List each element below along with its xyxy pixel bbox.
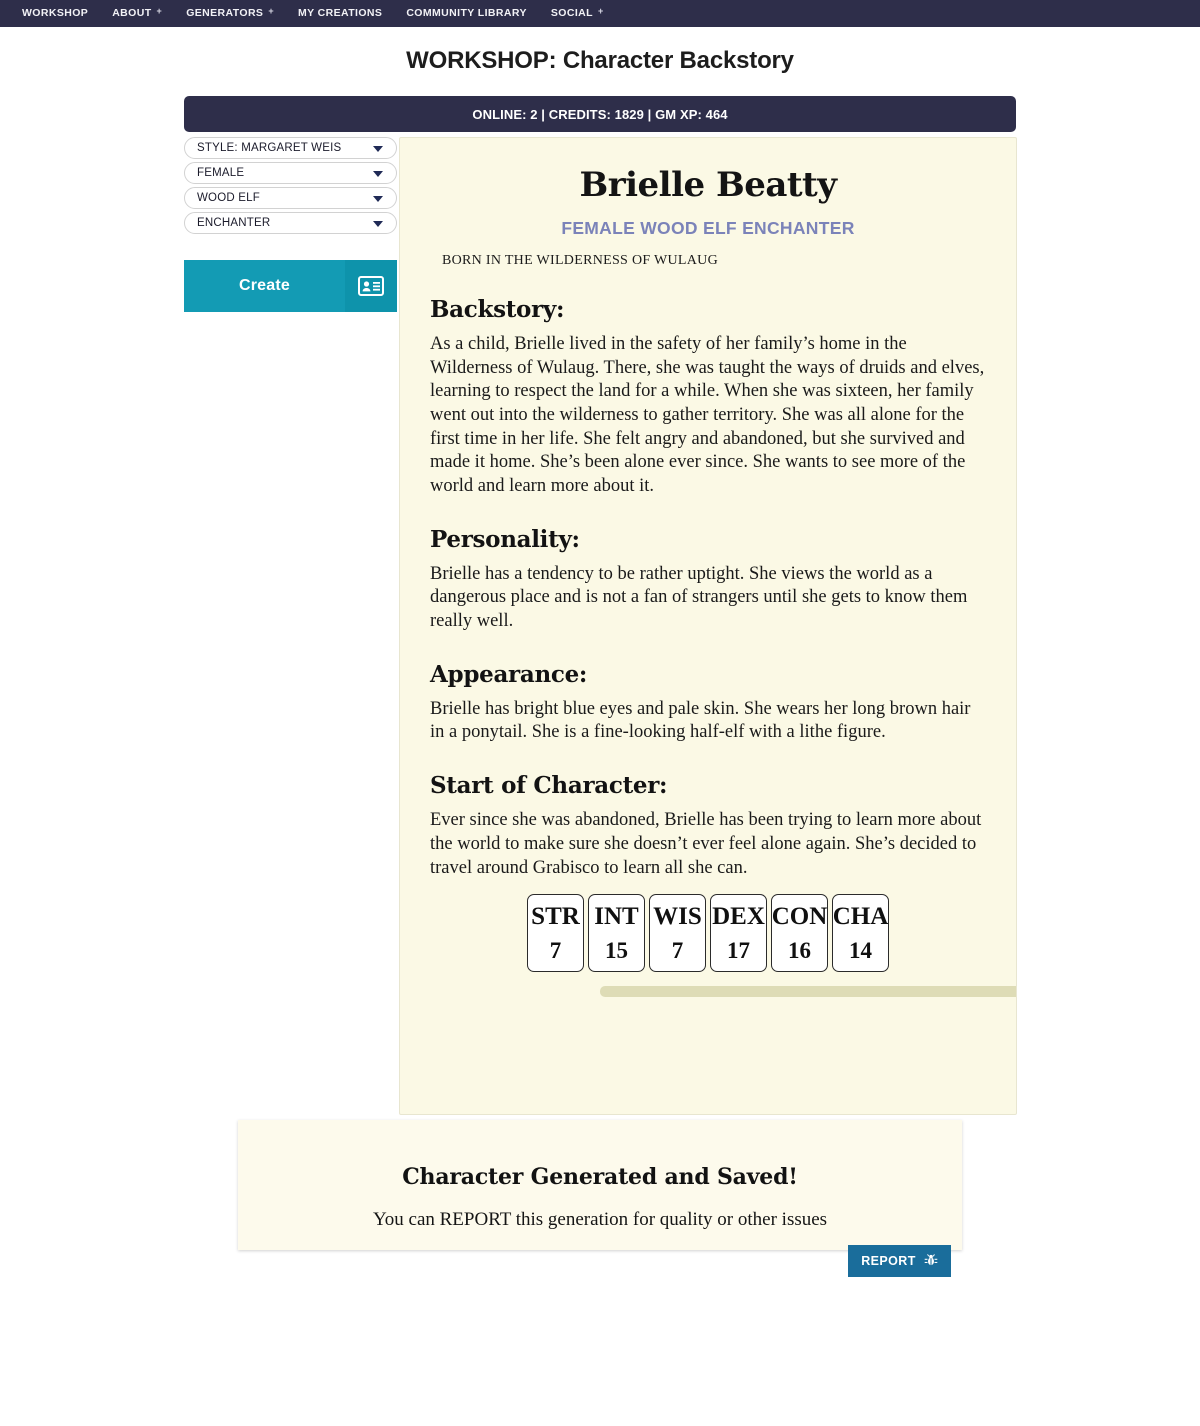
chevron-down-icon <box>373 221 383 227</box>
stat-label: DEX <box>712 903 765 931</box>
stat-label: CHA <box>832 903 889 931</box>
nav-item-label: MY CREATIONS <box>297 7 383 19</box>
generation-status-panel: Character Generated and Saved! You can R… <box>238 1120 962 1250</box>
section-heading-appearance: Appearance: <box>430 660 588 688</box>
page-title: WORKSHOP: Character Backstory <box>406 47 794 74</box>
stat-value: 7 <box>671 938 684 964</box>
stat-value: 16 <box>788 938 811 964</box>
stat-label: INT <box>594 903 639 931</box>
section-body-appearance: Brielle has bright blue eyes and pale sk… <box>430 698 971 743</box>
stat-value: 15 <box>605 938 628 964</box>
stat-value: 7 <box>549 938 562 964</box>
top-navigation-bar: WORKSHOP ABOUT + GENERATORS + MY CREATIO… <box>0 0 1200 27</box>
id-card-icon[interactable] <box>345 260 397 312</box>
stat-value: 14 <box>849 938 872 964</box>
stat-box-cha: CHA 14 <box>832 894 889 973</box>
stat-box-dex: DEX 17 <box>710 894 767 973</box>
status-bar: ONLINE: 2 | CREDITS: 1829 | GM XP: 464 <box>184 96 1016 132</box>
stat-box-con: CON 16 <box>771 894 828 973</box>
section-heading-personality: Personality: <box>430 525 580 553</box>
section-heading-start-of-character: Start of Character: <box>430 772 668 800</box>
stat-label: WIS <box>653 903 702 931</box>
expand-plus-icon: + <box>156 6 163 16</box>
notification-title: Character Generated and Saved! <box>402 1164 798 1190</box>
stat-box-str: STR 7 <box>527 894 584 973</box>
gender-select[interactable]: FEMALE <box>184 162 397 184</box>
race-select-value: WOOD ELF <box>197 192 260 204</box>
character-card: Brielle Beatty FEMALE WOOD ELF ENCHANTER… <box>399 137 1017 1115</box>
nav-item-label: WORKSHOP <box>22 7 89 19</box>
stat-label: STR <box>531 903 580 931</box>
style-select[interactable]: STYLE: MARGARET WEIS <box>184 137 397 159</box>
character-name: Brielle Beatty <box>579 165 837 205</box>
nav-item-label: ABOUT <box>112 7 152 19</box>
chevron-down-icon <box>373 171 383 177</box>
class-select[interactable]: ENCHANTER <box>184 212 397 234</box>
race-select[interactable]: WOOD ELF <box>184 187 397 209</box>
report-button[interactable]: REPORT <box>848 1245 951 1277</box>
section-body-start-of-character: Ever since she was abandoned, Brielle ha… <box>430 810 982 878</box>
nav-item-community-library[interactable]: COMMUNITY LIBRARY <box>394 0 539 27</box>
stat-label: CON <box>771 903 828 931</box>
character-stats-row: STR 7 INT 15 WIS 7 DEX 17 CON 16 CHA 14 <box>430 894 986 973</box>
main-content: STYLE: MARGARET WEIS FEMALE WOOD ELF ENC… <box>0 132 1200 1115</box>
character-birthplace: BORN IN THE WILDERNESS OF WULAUG <box>442 253 718 269</box>
stat-box-int: INT 15 <box>588 894 645 973</box>
expand-plus-icon: + <box>268 6 274 16</box>
nav-item-generators[interactable]: GENERATORS + <box>174 0 286 27</box>
nav-item-my-creations[interactable]: MY CREATIONS <box>286 0 394 27</box>
create-button-label: Create <box>238 277 290 294</box>
report-button-label: REPORT <box>861 1254 916 1268</box>
expand-plus-icon: + <box>597 6 604 16</box>
horizontal-scrollbar[interactable] <box>600 986 1016 998</box>
nav-item-about[interactable]: ABOUT + <box>100 0 174 27</box>
bug-icon <box>924 1253 938 1270</box>
generator-controls-sidebar: STYLE: MARGARET WEIS FEMALE WOOD ELF ENC… <box>184 137 397 312</box>
nav-item-label: SOCIAL <box>550 7 593 19</box>
section-heading-backstory: Backstory: <box>430 296 565 324</box>
gender-select-value: FEMALE <box>197 167 245 179</box>
stat-box-wis: WIS 7 <box>649 894 706 973</box>
nav-item-label: COMMUNITY LIBRARY <box>406 7 527 19</box>
class-select-value: ENCHANTER <box>197 217 271 229</box>
section-body-personality: Brielle has a tendency to be rather upti… <box>430 563 968 632</box>
chevron-down-icon <box>373 196 383 202</box>
nav-item-workshop[interactable]: WORKSHOP <box>10 0 100 27</box>
create-button-group[interactable]: Create <box>184 260 397 312</box>
character-subtitle: FEMALE WOOD ELF ENCHANTER <box>561 218 855 239</box>
notification-subtitle: You can REPORT this generation for quali… <box>372 1209 828 1230</box>
status-bar-container: ONLINE: 2 | CREDITS: 1829 | GM XP: 464 <box>0 96 1200 132</box>
nav-item-label: GENERATORS <box>186 7 264 19</box>
style-select-value: STYLE: MARGARET WEIS <box>197 142 342 154</box>
nav-item-social[interactable]: SOCIAL + <box>539 0 616 27</box>
chevron-down-icon <box>373 146 383 152</box>
stat-value: 17 <box>727 938 750 964</box>
section-body-backstory: As a child, Brielle lived in the safety … <box>430 334 985 497</box>
create-button[interactable]: Create <box>184 260 345 312</box>
